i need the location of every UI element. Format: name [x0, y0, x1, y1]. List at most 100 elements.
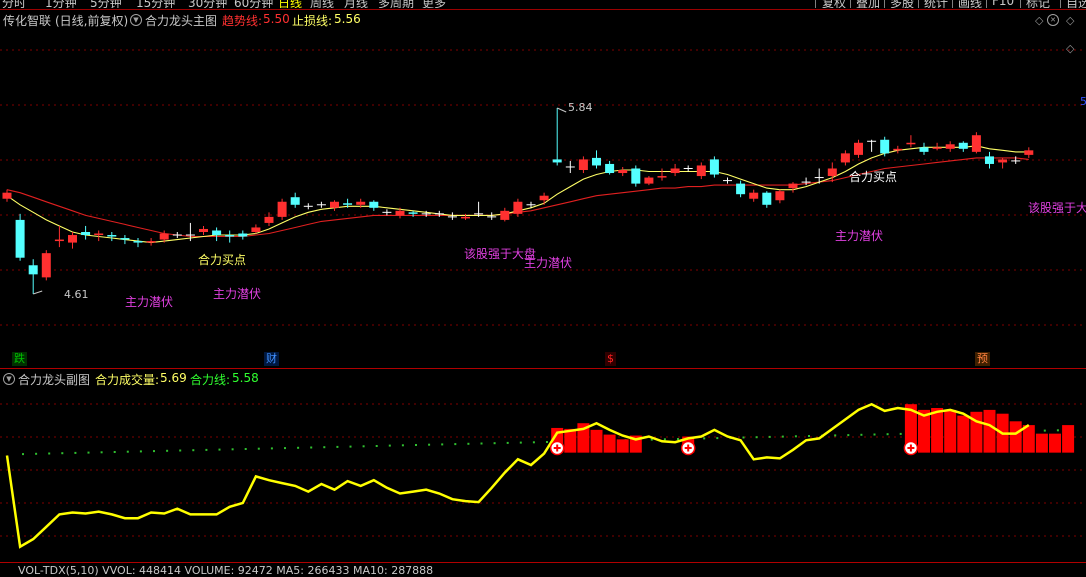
reference-dot: [375, 445, 378, 447]
reference-dot: [808, 435, 810, 437]
candle-body: [107, 235, 117, 237]
candle-body: [54, 239, 64, 242]
reference-dot: [192, 449, 195, 452]
reference-dot: [48, 452, 51, 455]
reference-dot: [401, 444, 404, 447]
reference-dot: [388, 444, 391, 447]
candle-body: [644, 177, 654, 184]
candle-body: [264, 216, 274, 223]
reference-dot: [74, 451, 77, 454]
reference-dot: [362, 445, 365, 448]
candle-body: [199, 228, 208, 232]
reference-dot: [873, 433, 876, 436]
reference-dot: [677, 438, 679, 440]
candle-body: [578, 159, 588, 170]
reference-dot: [716, 437, 719, 440]
candle-body: [15, 219, 25, 258]
candle-body: [696, 165, 706, 177]
candle-body: [985, 156, 994, 164]
candle-body: [906, 142, 916, 145]
reference-dot: [270, 447, 273, 450]
reference-dot: [546, 441, 548, 443]
reference-dot: [703, 437, 706, 440]
high-pointer: [556, 107, 567, 113]
candle-body: [958, 142, 968, 149]
candle-body: [631, 168, 641, 184]
candle-body: [81, 232, 91, 236]
reference-dot: [899, 432, 902, 435]
candle-body: [775, 191, 785, 201]
reference-dot: [336, 445, 339, 448]
candle-body: [736, 183, 746, 195]
reference-dot: [1056, 429, 1059, 432]
reference-dot: [467, 442, 470, 445]
candle-body: [212, 230, 222, 236]
chevron-down-icon[interactable]: ▼: [3, 373, 15, 385]
reference-dot: [663, 438, 666, 441]
candle-body: [133, 241, 143, 243]
event-marker-dividend[interactable]: $: [605, 352, 616, 366]
volume-bar: [931, 408, 944, 453]
reference-dot: [532, 441, 535, 444]
volume-bar: [1049, 433, 1061, 453]
reference-dot: [480, 442, 483, 445]
low-price-label: 4.61: [64, 288, 89, 301]
reference-dot: [860, 433, 863, 436]
volume-bar: [944, 409, 957, 453]
candle-body: [893, 148, 903, 151]
candle-body: [41, 253, 51, 278]
reference-dot: [768, 435, 771, 438]
candle-body: [919, 147, 929, 152]
panel-divider: [0, 562, 1086, 563]
candle-body: [971, 135, 981, 152]
candle-body: [146, 241, 156, 243]
candle-body: [251, 227, 261, 232]
chart-canvas[interactable]: [0, 0, 1086, 571]
accumulation-label: 主力潜伏: [524, 256, 573, 270]
reference-dot: [87, 451, 90, 454]
volume-bar: [1035, 433, 1048, 453]
accumulation-label: 主力潜伏: [835, 229, 884, 243]
reference-dot: [794, 435, 797, 438]
reference-dot: [35, 452, 38, 455]
reference-dot: [257, 447, 260, 450]
accumulation-label: 主力潜伏: [125, 295, 174, 309]
sub-indicator-name[interactable]: 合力龙头副图: [18, 371, 90, 388]
candle-body: [840, 153, 850, 163]
candle-body: [605, 163, 615, 174]
candle-body: [854, 142, 863, 155]
candle-body: [513, 201, 523, 214]
candle-body: [749, 192, 759, 199]
reference-dot: [323, 446, 326, 449]
event-marker-forecast[interactable]: 预: [975, 352, 990, 366]
reference-dot: [244, 448, 247, 450]
candle-body: [120, 238, 130, 240]
reference-dot: [179, 449, 182, 452]
volume-bar: [616, 439, 629, 453]
candle-body: [68, 235, 77, 243]
buy-point-label: 合力买点: [198, 253, 247, 267]
volume-bar: [603, 434, 616, 453]
reference-dot: [100, 451, 103, 454]
candle-body: [1024, 150, 1034, 155]
candle-body: [330, 201, 339, 208]
candle-body: [552, 159, 562, 163]
reference-dot: [349, 445, 352, 448]
candle-body: [94, 233, 104, 236]
candle-body: [592, 157, 601, 166]
reference-dot: [231, 448, 234, 451]
candle-body: [225, 235, 235, 237]
reference-dot: [310, 446, 313, 449]
candle-body: [932, 147, 942, 149]
reference-dot: [1043, 429, 1046, 432]
accumulation-label: 主力潜伏: [213, 287, 262, 301]
candle-body: [539, 195, 549, 201]
candle-body: [998, 159, 1008, 163]
reference-dot: [781, 435, 784, 438]
event-marker-finance[interactable]: 财: [264, 352, 279, 366]
candle-body: [2, 192, 12, 199]
event-marker-drop[interactable]: 跌: [12, 352, 27, 366]
reference-dot: [22, 453, 24, 456]
power-line: [5, 402, 1030, 549]
candle-body: [670, 168, 680, 174]
